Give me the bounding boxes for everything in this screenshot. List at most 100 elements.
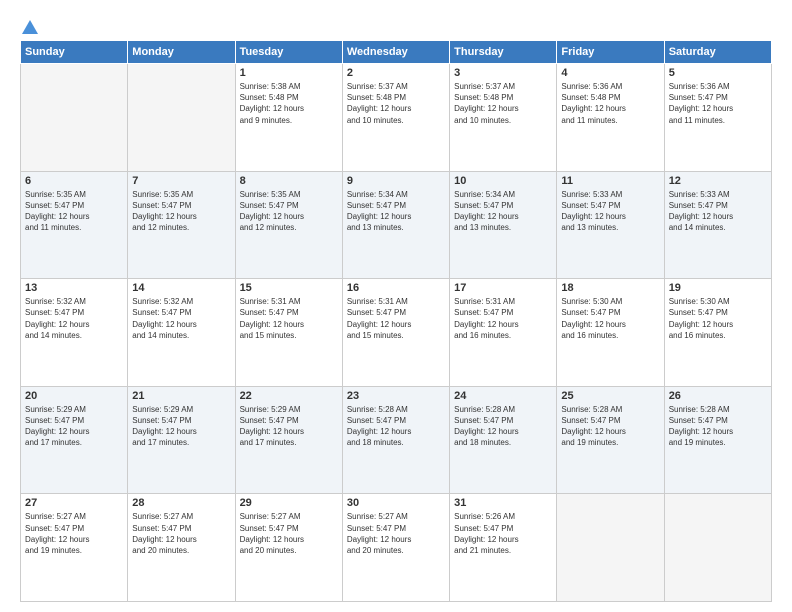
day-number: 5 [669, 67, 767, 79]
cell-info: Sunrise: 5:36 AM Sunset: 5:47 PM Dayligh… [669, 81, 767, 126]
day-number: 27 [25, 497, 123, 509]
calendar-cell: 29 Sunrise: 5:27 AM Sunset: 5:47 PM Dayl… [235, 494, 342, 602]
day-number: 18 [561, 282, 659, 294]
day-number: 13 [25, 282, 123, 294]
calendar-cell: 31 Sunrise: 5:26 AM Sunset: 5:47 PM Dayl… [450, 494, 557, 602]
cell-info: Sunrise: 5:28 AM Sunset: 5:47 PM Dayligh… [454, 404, 552, 449]
calendar-cell: 20 Sunrise: 5:29 AM Sunset: 5:47 PM Dayl… [21, 386, 128, 494]
day-number: 26 [669, 390, 767, 402]
cell-info: Sunrise: 5:31 AM Sunset: 5:47 PM Dayligh… [347, 296, 445, 341]
calendar-cell: 26 Sunrise: 5:28 AM Sunset: 5:47 PM Dayl… [664, 386, 771, 494]
day-number: 4 [561, 67, 659, 79]
cell-info: Sunrise: 5:31 AM Sunset: 5:47 PM Dayligh… [454, 296, 552, 341]
cell-info: Sunrise: 5:33 AM Sunset: 5:47 PM Dayligh… [669, 189, 767, 234]
calendar-cell [557, 494, 664, 602]
day-number: 15 [240, 282, 338, 294]
calendar-cell: 30 Sunrise: 5:27 AM Sunset: 5:47 PM Dayl… [342, 494, 449, 602]
day-number: 30 [347, 497, 445, 509]
cell-info: Sunrise: 5:32 AM Sunset: 5:47 PM Dayligh… [132, 296, 230, 341]
day-number: 16 [347, 282, 445, 294]
calendar-cell: 6 Sunrise: 5:35 AM Sunset: 5:47 PM Dayli… [21, 171, 128, 279]
cell-info: Sunrise: 5:34 AM Sunset: 5:47 PM Dayligh… [347, 189, 445, 234]
calendar-cell: 13 Sunrise: 5:32 AM Sunset: 5:47 PM Dayl… [21, 279, 128, 387]
calendar-cell: 27 Sunrise: 5:27 AM Sunset: 5:47 PM Dayl… [21, 494, 128, 602]
day-number: 22 [240, 390, 338, 402]
col-saturday: Saturday [664, 41, 771, 64]
cell-info: Sunrise: 5:27 AM Sunset: 5:47 PM Dayligh… [132, 511, 230, 556]
cell-info: Sunrise: 5:36 AM Sunset: 5:48 PM Dayligh… [561, 81, 659, 126]
day-number: 14 [132, 282, 230, 294]
day-number: 6 [25, 175, 123, 187]
cell-info: Sunrise: 5:34 AM Sunset: 5:47 PM Dayligh… [454, 189, 552, 234]
cell-info: Sunrise: 5:28 AM Sunset: 5:47 PM Dayligh… [669, 404, 767, 449]
day-number: 28 [132, 497, 230, 509]
col-sunday: Sunday [21, 41, 128, 64]
day-number: 23 [347, 390, 445, 402]
cell-info: Sunrise: 5:38 AM Sunset: 5:48 PM Dayligh… [240, 81, 338, 126]
calendar-cell: 1 Sunrise: 5:38 AM Sunset: 5:48 PM Dayli… [235, 64, 342, 172]
calendar-cell [21, 64, 128, 172]
day-number: 29 [240, 497, 338, 509]
day-number: 7 [132, 175, 230, 187]
calendar-week-row: 1 Sunrise: 5:38 AM Sunset: 5:48 PM Dayli… [21, 64, 772, 172]
calendar-cell: 21 Sunrise: 5:29 AM Sunset: 5:47 PM Dayl… [128, 386, 235, 494]
day-number: 12 [669, 175, 767, 187]
logo [20, 18, 39, 32]
day-number: 31 [454, 497, 552, 509]
cell-info: Sunrise: 5:32 AM Sunset: 5:47 PM Dayligh… [25, 296, 123, 341]
calendar-cell: 12 Sunrise: 5:33 AM Sunset: 5:47 PM Dayl… [664, 171, 771, 279]
page: Sunday Monday Tuesday Wednesday Thursday… [0, 0, 792, 612]
col-monday: Monday [128, 41, 235, 64]
day-number: 24 [454, 390, 552, 402]
calendar-cell [128, 64, 235, 172]
col-tuesday: Tuesday [235, 41, 342, 64]
calendar-cell: 28 Sunrise: 5:27 AM Sunset: 5:47 PM Dayl… [128, 494, 235, 602]
cell-info: Sunrise: 5:35 AM Sunset: 5:47 PM Dayligh… [25, 189, 123, 234]
calendar-cell: 22 Sunrise: 5:29 AM Sunset: 5:47 PM Dayl… [235, 386, 342, 494]
calendar-week-row: 27 Sunrise: 5:27 AM Sunset: 5:47 PM Dayl… [21, 494, 772, 602]
cell-info: Sunrise: 5:29 AM Sunset: 5:47 PM Dayligh… [240, 404, 338, 449]
calendar-cell: 4 Sunrise: 5:36 AM Sunset: 5:48 PM Dayli… [557, 64, 664, 172]
cell-info: Sunrise: 5:31 AM Sunset: 5:47 PM Dayligh… [240, 296, 338, 341]
col-wednesday: Wednesday [342, 41, 449, 64]
calendar-cell: 10 Sunrise: 5:34 AM Sunset: 5:47 PM Dayl… [450, 171, 557, 279]
day-number: 8 [240, 175, 338, 187]
cell-info: Sunrise: 5:26 AM Sunset: 5:47 PM Dayligh… [454, 511, 552, 556]
calendar-cell: 2 Sunrise: 5:37 AM Sunset: 5:48 PM Dayli… [342, 64, 449, 172]
calendar-cell: 14 Sunrise: 5:32 AM Sunset: 5:47 PM Dayl… [128, 279, 235, 387]
cell-info: Sunrise: 5:37 AM Sunset: 5:48 PM Dayligh… [347, 81, 445, 126]
cell-info: Sunrise: 5:28 AM Sunset: 5:47 PM Dayligh… [561, 404, 659, 449]
cell-info: Sunrise: 5:33 AM Sunset: 5:47 PM Dayligh… [561, 189, 659, 234]
day-number: 20 [25, 390, 123, 402]
cell-info: Sunrise: 5:27 AM Sunset: 5:47 PM Dayligh… [347, 511, 445, 556]
calendar-cell: 23 Sunrise: 5:28 AM Sunset: 5:47 PM Dayl… [342, 386, 449, 494]
day-number: 19 [669, 282, 767, 294]
calendar-cell: 11 Sunrise: 5:33 AM Sunset: 5:47 PM Dayl… [557, 171, 664, 279]
calendar-week-row: 13 Sunrise: 5:32 AM Sunset: 5:47 PM Dayl… [21, 279, 772, 387]
cell-info: Sunrise: 5:37 AM Sunset: 5:48 PM Dayligh… [454, 81, 552, 126]
cell-info: Sunrise: 5:30 AM Sunset: 5:47 PM Dayligh… [561, 296, 659, 341]
calendar-cell: 5 Sunrise: 5:36 AM Sunset: 5:47 PM Dayli… [664, 64, 771, 172]
calendar-week-row: 20 Sunrise: 5:29 AM Sunset: 5:47 PM Dayl… [21, 386, 772, 494]
calendar-cell: 15 Sunrise: 5:31 AM Sunset: 5:47 PM Dayl… [235, 279, 342, 387]
calendar-week-row: 6 Sunrise: 5:35 AM Sunset: 5:47 PM Dayli… [21, 171, 772, 279]
calendar-cell: 24 Sunrise: 5:28 AM Sunset: 5:47 PM Dayl… [450, 386, 557, 494]
cell-info: Sunrise: 5:28 AM Sunset: 5:47 PM Dayligh… [347, 404, 445, 449]
day-number: 2 [347, 67, 445, 79]
calendar-cell [664, 494, 771, 602]
calendar-table: Sunday Monday Tuesday Wednesday Thursday… [20, 40, 772, 602]
day-number: 25 [561, 390, 659, 402]
col-friday: Friday [557, 41, 664, 64]
header [20, 18, 772, 32]
cell-info: Sunrise: 5:27 AM Sunset: 5:47 PM Dayligh… [25, 511, 123, 556]
calendar-cell: 17 Sunrise: 5:31 AM Sunset: 5:47 PM Dayl… [450, 279, 557, 387]
logo-icon [21, 18, 39, 36]
cell-info: Sunrise: 5:29 AM Sunset: 5:47 PM Dayligh… [132, 404, 230, 449]
cell-info: Sunrise: 5:35 AM Sunset: 5:47 PM Dayligh… [240, 189, 338, 234]
calendar-cell: 25 Sunrise: 5:28 AM Sunset: 5:47 PM Dayl… [557, 386, 664, 494]
calendar-cell: 8 Sunrise: 5:35 AM Sunset: 5:47 PM Dayli… [235, 171, 342, 279]
day-number: 21 [132, 390, 230, 402]
cell-info: Sunrise: 5:27 AM Sunset: 5:47 PM Dayligh… [240, 511, 338, 556]
col-thursday: Thursday [450, 41, 557, 64]
day-number: 11 [561, 175, 659, 187]
